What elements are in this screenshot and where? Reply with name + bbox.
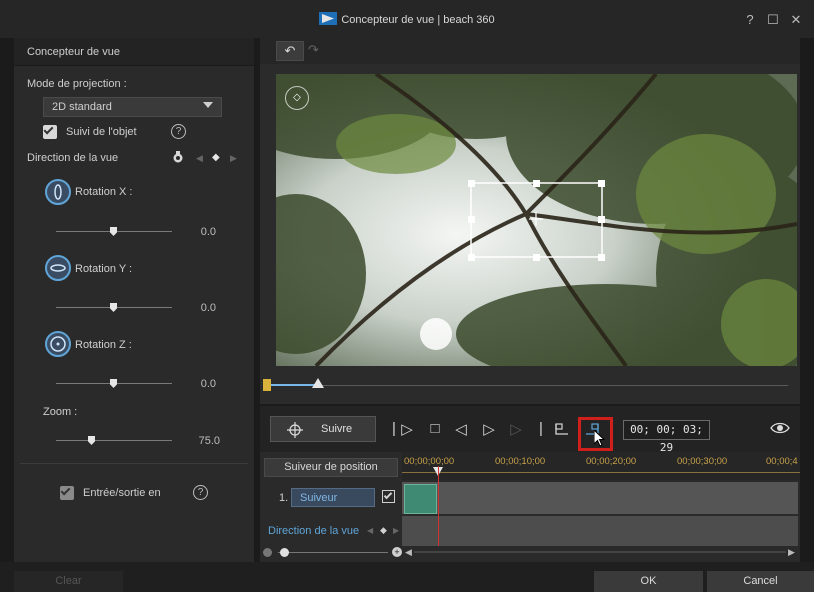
scrub-bar[interactable]: [268, 385, 788, 386]
add-keyframe-icon[interactable]: ◆: [212, 152, 220, 163]
mouse-cursor-icon: [593, 428, 606, 447]
ruler-tick-label: 00;00;00;00: [404, 456, 455, 467]
stop-icon[interactable]: □: [426, 420, 444, 437]
track-object-label: Suivi de l'objet: [66, 126, 137, 138]
help-icon[interactable]: ?: [171, 124, 186, 139]
rotation-z-value: 0.0: [200, 378, 216, 390]
check-icon: [60, 485, 71, 496]
ruler-tick-label: 00;00;4: [766, 456, 798, 467]
chevron-down-icon: [203, 102, 213, 108]
timeline-zoom-handle[interactable]: [280, 548, 289, 557]
zoom-slider[interactable]: [56, 440, 172, 441]
next-frame-icon[interactable]: ▷: [480, 420, 498, 438]
track2-label: Direction de la vue: [268, 525, 360, 537]
prev-frame-icon[interactable]: ◁: [452, 420, 470, 438]
projection-select[interactable]: 2D standard: [43, 97, 222, 117]
rotation-y-icon: [45, 255, 71, 281]
projection-label: Mode de projection :: [27, 78, 127, 90]
add-keyframe-icon[interactable]: ◆: [380, 525, 387, 536]
fast-forward-icon[interactable]: ▷: [507, 420, 525, 438]
zoom-out-icon[interactable]: [263, 548, 272, 557]
ruler-tick-label: 00;00;10;00: [495, 456, 546, 467]
app-logo-icon: [319, 12, 338, 25]
keyframe-reset-icon[interactable]: [172, 151, 184, 163]
divider: [20, 463, 248, 464]
next-keyframe-icon[interactable]: ▶: [393, 526, 399, 535]
help-button[interactable]: ?: [742, 12, 758, 27]
ruler-tick-label: 00;00;20;00: [586, 456, 637, 467]
redo-button[interactable]: ↷: [308, 42, 319, 58]
ruler-line: [402, 472, 800, 473]
tracker-track[interactable]: [402, 482, 798, 514]
mark-in-icon[interactable]: [552, 423, 570, 437]
video-preview[interactable]: [276, 74, 797, 366]
pan-control-icon[interactable]: ◇: [285, 86, 309, 110]
rotation-z-label: Rotation Z :: [75, 339, 132, 351]
window-title: Concepteur de vue | beach 360: [0, 12, 814, 26]
scrub-handle[interactable]: [312, 378, 324, 388]
zoom-label: Zoom :: [43, 406, 78, 418]
rotation-x-label: Rotation X :: [75, 186, 133, 198]
clear-button[interactable]: Clear: [14, 571, 123, 592]
help-icon[interactable]: ?: [193, 485, 208, 500]
view-icon[interactable]: [770, 420, 790, 436]
timecode-display[interactable]: 00; 00; 03; 29: [623, 420, 710, 454]
zoom-in-icon[interactable]: +: [392, 547, 402, 557]
ok-button[interactable]: OK: [594, 571, 703, 592]
prev-keyframe-icon[interactable]: ◀: [367, 526, 373, 535]
prev-keyframe-icon[interactable]: ◀: [196, 153, 203, 164]
divider-icon: |: [539, 420, 543, 437]
check-icon: [383, 490, 393, 500]
track1-index: 1.: [279, 492, 289, 504]
rotation-x-icon: [45, 179, 71, 205]
position-tracker-button[interactable]: Suiveur de position: [264, 458, 398, 477]
playhead-line: [438, 466, 439, 546]
track1-name-field[interactable]: Suiveur: [291, 488, 375, 507]
edit-toolbar: [260, 38, 800, 64]
close-button[interactable]: ✕: [788, 12, 804, 28]
undo-button[interactable]: ↶: [276, 41, 304, 61]
follow-button[interactable]: Suivre: [270, 416, 376, 442]
track-object-checkbox[interactable]: [43, 124, 57, 139]
scroll-left-icon[interactable]: ◀: [405, 547, 412, 558]
rotation-y-value: 0.0: [200, 302, 216, 314]
scrub-progress: [268, 384, 318, 386]
rotation-x-value: 0.0: [200, 226, 216, 238]
rotation-y-label: Rotation Y :: [75, 263, 133, 275]
cancel-button[interactable]: Cancel: [707, 571, 814, 592]
zoom-value: 75.0: [198, 435, 220, 447]
maximize-button[interactable]: ☐: [765, 12, 781, 28]
view-direction-track[interactable]: [402, 516, 798, 546]
ruler-tick-label: 00;00;30;00: [677, 456, 728, 467]
inout-label: Entrée/sortie en: [83, 487, 161, 499]
track1-checkbox[interactable]: [382, 490, 395, 503]
tracker-clip[interactable]: [404, 484, 437, 514]
play-icon[interactable]: ▷: [398, 420, 416, 438]
direction-label: Direction de la vue: [27, 152, 119, 164]
timeline-scrollbar[interactable]: [414, 551, 786, 553]
scroll-right-icon[interactable]: ▶: [788, 547, 795, 558]
follow-label: Suivre: [321, 423, 353, 435]
panel-title: Concepteur de vue: [27, 46, 120, 58]
timeline-zoom-slider[interactable]: [278, 552, 388, 553]
projection-value: 2D standard: [52, 101, 112, 113]
rotation-z-icon: [45, 331, 71, 357]
mark-in-handle[interactable]: [263, 379, 271, 391]
next-keyframe-icon[interactable]: ▶: [230, 153, 237, 164]
crosshair-icon: [287, 422, 303, 438]
check-icon: [43, 124, 54, 135]
inout-checkbox[interactable]: [60, 485, 74, 500]
